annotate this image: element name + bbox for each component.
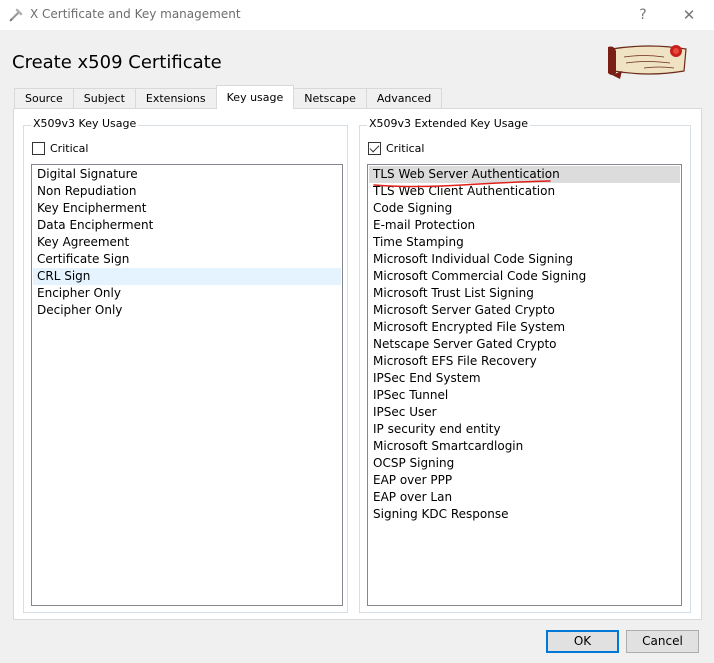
certificate-icon xyxy=(9,8,23,22)
tab-panel: X509v3 Key Usage Critical Digital Signat… xyxy=(13,108,702,620)
key-usage-list-item[interactable]: Decipher Only xyxy=(33,302,341,319)
tab-bar: Source Subject Extensions Key usage Nets… xyxy=(14,85,443,109)
key-usage-list-item[interactable]: Key Agreement xyxy=(33,234,341,251)
dialog-header: Create x509 Certificate xyxy=(0,30,714,88)
key-usage-list-item[interactable]: Data Encipherment xyxy=(33,217,341,234)
extended-key-usage-list-item[interactable]: IP security end entity xyxy=(369,421,680,438)
extended-key-usage-list-item[interactable]: TLS Web Client Authentication xyxy=(369,183,680,200)
extended-key-usage-list-item[interactable]: IPSec Tunnel xyxy=(369,387,680,404)
window-title: X Certificate and Key management xyxy=(30,7,241,21)
close-button[interactable]: ✕ xyxy=(677,4,701,26)
tab-advanced[interactable]: Advanced xyxy=(365,88,443,108)
extended-key-usage-list-item[interactable]: IPSec End System xyxy=(369,370,680,387)
help-button[interactable]: ? xyxy=(631,4,655,26)
extended-key-usage-list-item[interactable]: Microsoft Server Gated Crypto xyxy=(369,302,680,319)
extended-key-usage-list-item[interactable]: EAP over PPP xyxy=(369,472,680,489)
checkbox-box[interactable] xyxy=(32,142,45,155)
extended-key-usage-list-item[interactable]: Microsoft Smartcardlogin xyxy=(369,438,680,455)
tab-netscape[interactable]: Netscape xyxy=(293,88,367,108)
extended-key-usage-list-item[interactable]: IPSec User xyxy=(369,404,680,421)
extended-key-usage-list-item[interactable]: Code Signing xyxy=(369,200,680,217)
cancel-button[interactable]: Cancel xyxy=(626,630,699,653)
key-usage-critical-checkbox[interactable]: Critical xyxy=(32,142,88,155)
tab-extensions[interactable]: Extensions xyxy=(134,88,217,108)
extended-key-usage-list-item[interactable]: Signing KDC Response xyxy=(369,506,680,523)
tab-key-usage[interactable]: Key usage xyxy=(215,85,295,109)
tab-source[interactable]: Source xyxy=(14,88,74,108)
extended-key-usage-list-item[interactable]: Time Stamping xyxy=(369,234,680,251)
extended-key-usage-list-item[interactable]: Netscape Server Gated Crypto xyxy=(369,336,680,353)
extended-key-usage-list-item[interactable]: Microsoft Encrypted File System xyxy=(369,319,680,336)
key-usage-list-item[interactable]: CRL Sign xyxy=(33,268,341,285)
extended-key-usage-list[interactable]: TLS Web Server Authentication TLS Web Cli… xyxy=(367,164,682,606)
ok-button[interactable]: OK xyxy=(546,630,619,653)
extended-key-usage-group: X509v3 Extended Key Usage Critical TLS W… xyxy=(359,117,691,613)
extended-key-usage-list-item[interactable]: Microsoft Trust List Signing xyxy=(369,285,680,302)
tab-subject[interactable]: Subject xyxy=(72,88,136,108)
page-title: Create x509 Certificate xyxy=(12,52,222,73)
key-usage-list-item[interactable]: Key Encipherment xyxy=(33,200,341,217)
extended-key-usage-critical-checkbox[interactable]: Critical xyxy=(368,142,424,155)
extended-key-usage-list-item[interactable]: Microsoft Commercial Code Signing xyxy=(369,268,680,285)
extended-key-usage-list-item[interactable]: Microsoft Individual Code Signing xyxy=(369,251,680,268)
key-usage-list-item[interactable]: Certificate Sign xyxy=(33,251,341,268)
key-usage-group: X509v3 Key Usage Critical Digital Signat… xyxy=(23,117,348,613)
key-usage-group-label: X509v3 Key Usage xyxy=(31,117,139,130)
key-usage-list-item[interactable]: Non Repudiation xyxy=(33,183,341,200)
critical-label: Critical xyxy=(50,142,89,155)
extended-key-usage-group-label: X509v3 Extended Key Usage xyxy=(367,117,530,130)
checkbox-box[interactable] xyxy=(368,142,381,155)
critical-label: Critical xyxy=(386,142,425,155)
key-usage-list[interactable]: Digital Signature Non Repudiation Key Enci… xyxy=(31,164,343,606)
scroll-seal-logo xyxy=(608,45,687,79)
extended-key-usage-list-item[interactable]: Microsoft EFS File Recovery xyxy=(369,353,680,370)
key-usage-list-item[interactable]: Digital Signature xyxy=(33,166,341,183)
key-usage-list-item[interactable]: Encipher Only xyxy=(33,285,341,302)
extended-key-usage-list-item[interactable]: OCSP Signing xyxy=(369,455,680,472)
extended-key-usage-list-item[interactable]: TLS Web Server Authentication xyxy=(369,166,680,183)
extended-key-usage-list-item[interactable]: E-mail Protection xyxy=(369,217,680,234)
extended-key-usage-list-item[interactable]: EAP over Lan xyxy=(369,489,680,506)
title-bar: X Certificate and Key management ? ✕ xyxy=(0,0,714,30)
